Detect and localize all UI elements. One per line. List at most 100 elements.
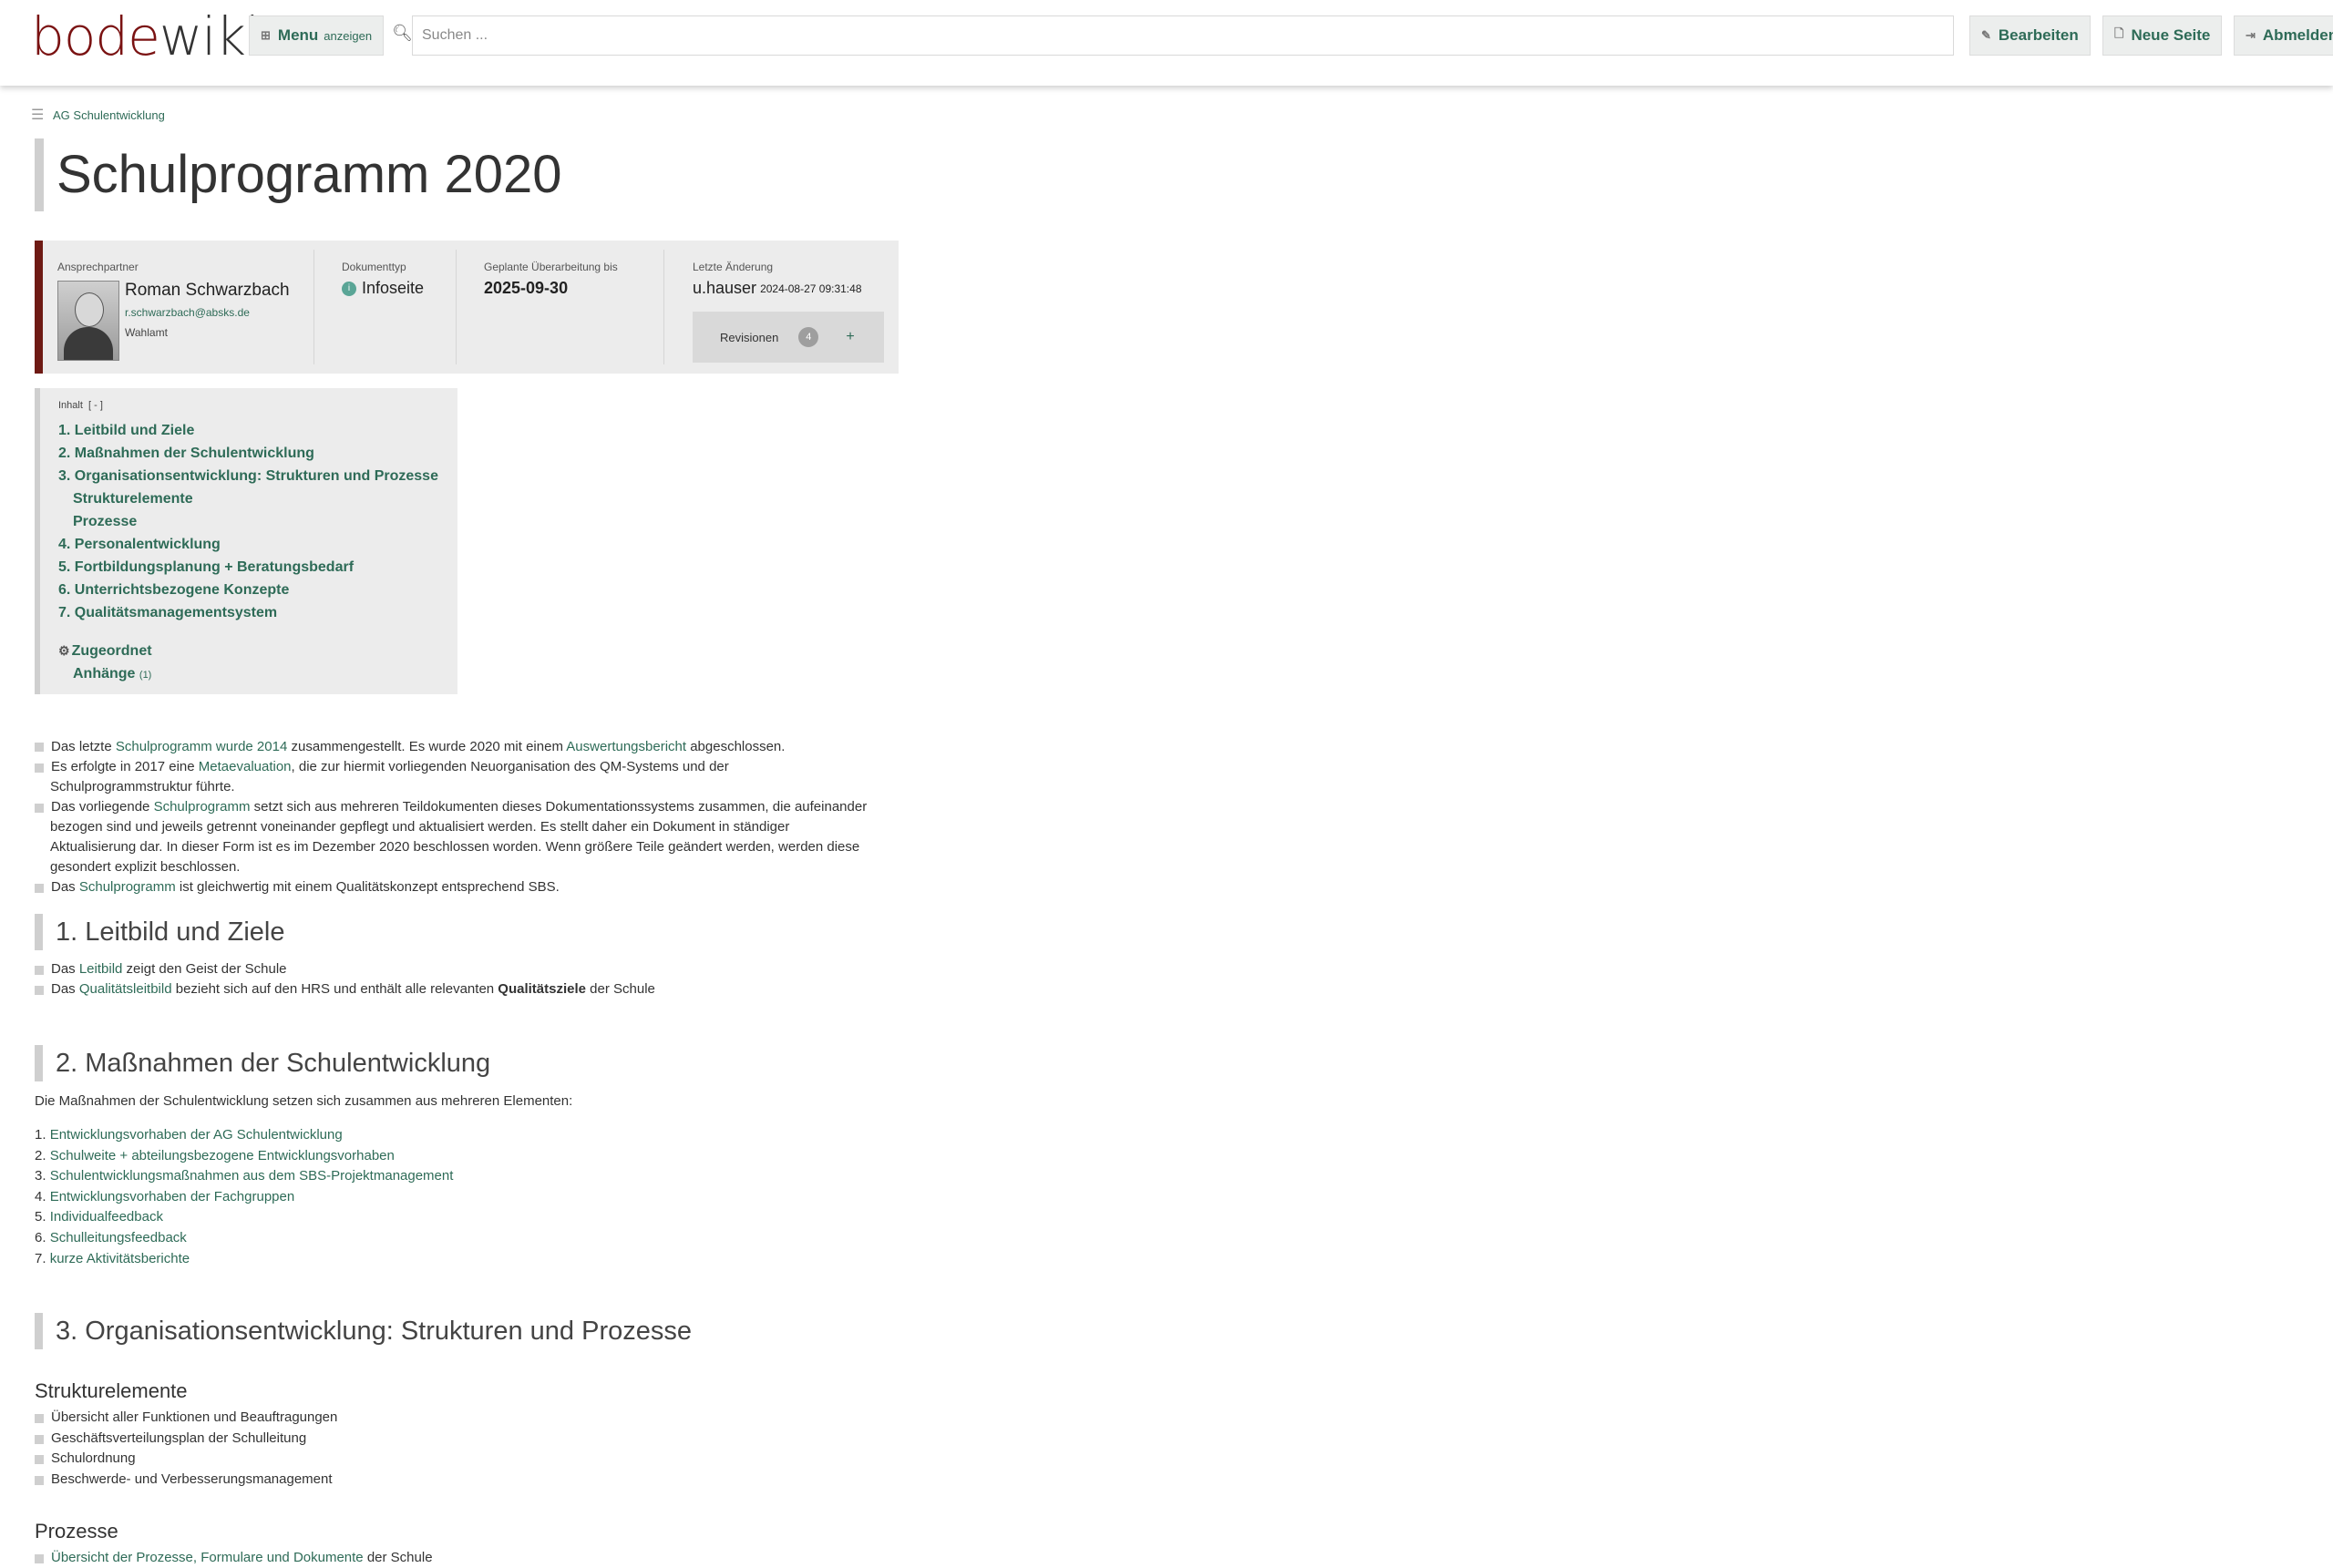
intro-bullet-3-line3: Aktualisierung dar. In dieser Form ist e…: [50, 839, 860, 855]
breadcrumb: ☰ AG Schulentwicklung: [31, 106, 165, 124]
table-of-contents: Inhalt [ - ] 1. Leitbild und Ziele 2. Ma…: [35, 388, 457, 694]
metaevaluation-link[interactable]: Metaevaluation: [199, 759, 292, 774]
page-icon: 🗋: [2114, 26, 2124, 40]
bullet: [35, 743, 44, 752]
site-logo[interactable]: bodewiki: [31, 5, 260, 67]
toc-item[interactable]: 7. Qualitätsmanagementsystem: [58, 605, 277, 621]
divider: [663, 250, 664, 364]
intro-bullet-1: Das letzte Schulprogramm wurde 2014 zusa…: [51, 739, 786, 754]
document-info-box: Ansprechpartner Roman Schwarzbach r.schw…: [35, 241, 899, 374]
schulprogramm-link[interactable]: Schulprogramm: [79, 879, 176, 895]
lastchange-label: Letzte Änderung: [693, 261, 774, 273]
revisions-count-badge: 4: [798, 327, 819, 347]
bullet: [35, 804, 44, 813]
bullet: [35, 1554, 44, 1563]
intro-bullet-3-line2: bezogen sind und jeweils getrennt vonein…: [50, 819, 790, 835]
doctype-value: i Infoseite: [342, 279, 424, 298]
list-item: 2. Schulweite + abteilungsbezogene Entwi…: [35, 1148, 395, 1163]
list-item: 5. Individualfeedback: [35, 1209, 163, 1225]
list-item-link[interactable]: Schulweite + abteilungsbezogene Entwickl…: [50, 1148, 395, 1163]
subheading-prozesse: Prozesse: [35, 1520, 118, 1542]
list-item: 7. kurze Aktivitätsberichte: [35, 1251, 190, 1266]
list-item-link[interactable]: Schulleitungsfeedback: [50, 1230, 187, 1245]
bullet: [35, 966, 44, 975]
toc-item[interactable]: 3. Organisationsentwicklung: Strukturen …: [58, 468, 438, 485]
bullet: [35, 1414, 44, 1423]
breadcrumb-link[interactable]: AG Schulentwicklung: [53, 108, 165, 122]
search-placeholder: Suchen ...: [422, 27, 488, 43]
toc-item[interactable]: 5. Fortbildungsplanung + Beratungsbedarf: [58, 559, 354, 576]
bullet: [35, 1435, 44, 1444]
planned-value: 2025-09-30: [484, 279, 569, 297]
prozesse-link[interactable]: Übersicht der Prozesse, Formulare und Do…: [51, 1550, 364, 1565]
toc-heading: Inhalt [ - ]: [58, 400, 103, 411]
sec1-bullet-2: Das Qualitätsleitbild bezieht sich auf d…: [51, 981, 655, 997]
strukturelemente-link[interactable]: Geschäftsverteilungsplan der Schulleitun…: [51, 1429, 306, 1449]
top-bar: bodewiki ⊞ Menu anzeigen 🔍︎ Suchen ... ✎ …: [0, 0, 2333, 86]
intro-bullet-2: Es erfolgte in 2017 eine Metaevaluation,…: [51, 759, 729, 774]
bullet: [35, 1455, 44, 1464]
contact-name: Roman Schwarzbach: [125, 281, 290, 300]
lastchange-user: u.hauser: [693, 279, 757, 297]
strukturelemente-link[interactable]: Beschwerde- und Verbesserungsmanagement: [51, 1470, 333, 1490]
planned-label: Geplante Überarbeitung bis: [484, 261, 618, 273]
list-item: 1. Entwicklungsvorhaben der AG Schulentw…: [35, 1127, 343, 1143]
section-heading-2: 2. Maßnahmen der Schulentwicklung: [35, 1045, 490, 1081]
search-input[interactable]: Suchen ...: [412, 15, 1954, 56]
lastchange-value: u.hauser 2024-08-27 09:31:48: [693, 279, 862, 298]
list-item-link[interactable]: Entwicklungsvorhaben der Fachgruppen: [50, 1189, 295, 1204]
contact-label: Ansprechpartner: [57, 261, 139, 273]
logout-button[interactable]: ⇥ Abmelden: [2234, 15, 2333, 56]
list-item: 6. Schulleitungsfeedback: [35, 1230, 187, 1245]
strukturelemente-link[interactable]: Schulordnung: [51, 1449, 136, 1469]
toc-item[interactable]: Strukturelemente: [73, 491, 193, 507]
contact-column: Ansprechpartner Roman Schwarzbach r.schw…: [43, 241, 316, 374]
toc-toggle[interactable]: [ - ]: [88, 400, 103, 411]
logout-icon: ⇥: [2246, 28, 2256, 42]
list-item: 3. Schulentwicklungsmaßnahmen aus dem SB…: [35, 1168, 454, 1184]
leitbild-link[interactable]: Leitbild: [79, 961, 123, 977]
toc-item[interactable]: 2. Maßnahmen der Schulentwicklung: [58, 446, 314, 462]
page-title: Schulprogramm 2020: [35, 138, 562, 211]
divider: [313, 250, 314, 364]
bullet: [35, 986, 44, 995]
intro-bullet-3-line4: gesondert explizit beschlossen.: [50, 859, 241, 875]
toc-item[interactable]: Prozesse: [73, 514, 137, 530]
edit-icon: ✎: [1981, 28, 1991, 42]
bullet: [35, 884, 44, 893]
bullet: [35, 1476, 44, 1485]
list-item: 4. Entwicklungsvorhaben der Fachgruppen: [35, 1189, 295, 1204]
toc-item[interactable]: 4. Personalentwicklung: [58, 537, 221, 553]
list-icon: ☰: [31, 108, 45, 123]
search-icon: 🔍︎: [392, 24, 413, 43]
sec2-intro: Die Maßnahmen der Schulentwicklung setze…: [35, 1093, 573, 1109]
subheading-strukturelemente: Strukturelemente: [35, 1379, 188, 1402]
list-item-link[interactable]: Entwicklungsvorhaben der AG Schulentwick…: [50, 1127, 343, 1143]
menu-button[interactable]: ⊞ Menu anzeigen: [249, 15, 385, 56]
schulprogramm-2014-link[interactable]: Schulprogramm wurde 2014: [116, 739, 287, 754]
auswertungsbericht-link[interactable]: Auswertungsbericht: [566, 739, 686, 754]
sec1-bullet-1: Das Leitbild zeigt den Geist der Schule: [51, 961, 287, 977]
toc-assigned[interactable]: ⚙ Zugeordnet: [58, 643, 152, 660]
list-item-link[interactable]: kurze Aktivitätsberichte: [50, 1251, 190, 1266]
contact-email-link[interactable]: r.schwarzbach@absks.de: [125, 306, 250, 319]
toc-attachments[interactable]: Anhänge (1): [73, 666, 151, 682]
contact-role: Wahlamt: [125, 326, 168, 339]
schulprogramm-link[interactable]: Schulprogramm: [154, 799, 251, 815]
list-item-link[interactable]: Schulentwicklungsmaßnahmen aus dem SBS-P…: [50, 1168, 454, 1184]
intro-bullet-2-line2: Schulprogrammstruktur führte.: [50, 779, 235, 794]
toc-item[interactable]: 1. Leitbild und Ziele: [58, 423, 194, 439]
lastchange-time: 2024-08-27 09:31:48: [760, 282, 862, 295]
gears-icon: ⚙: [58, 643, 70, 658]
edit-button[interactable]: ✎ Bearbeiten: [1969, 15, 2091, 56]
avatar: [57, 281, 119, 361]
list-item-link[interactable]: Individualfeedback: [50, 1209, 163, 1225]
new-page-button[interactable]: 🗋 Neue Seite: [2102, 15, 2223, 56]
qualitaetsleitbild-link[interactable]: Qualitätsleitbild: [79, 981, 172, 997]
revisions-button[interactable]: Revisionen 4 +: [693, 312, 884, 363]
revisions-label: Revisionen: [720, 330, 779, 344]
intro-bullet-3: Das vorliegende Schulprogramm setzt sich…: [51, 799, 868, 815]
add-revision-icon[interactable]: +: [846, 329, 854, 345]
toc-item[interactable]: 6. Unterrichtsbezogene Konzepte: [58, 582, 289, 599]
strukturelemente-link[interactable]: Übersicht aller Funktionen und Beauftrag…: [51, 1408, 337, 1428]
